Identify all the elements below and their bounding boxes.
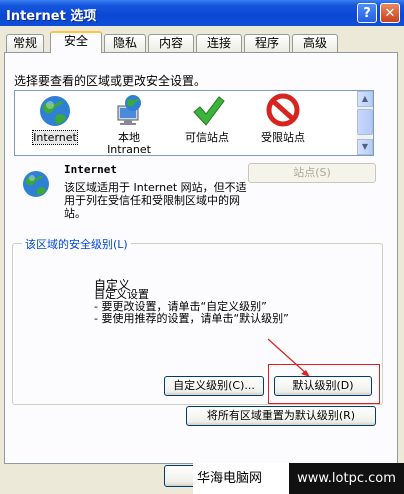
internet-options-window: Internet 选项 ? ✕ 常规 安全 隐私 内容 连接 程序 高级 选择要… bbox=[0, 0, 404, 494]
zone-instruction: 选择要查看的区域或更改安全设置。 bbox=[14, 74, 207, 88]
zone-trusted[interactable]: 可信站点 bbox=[175, 93, 239, 144]
watermark-url: www.lotpc.com bbox=[289, 463, 404, 494]
tab-programs[interactable]: 程序 bbox=[244, 34, 290, 52]
globe-icon bbox=[40, 96, 70, 126]
tab-strip: 常规 安全 隐私 内容 连接 程序 高级 bbox=[4, 31, 400, 53]
help-button[interactable]: ? bbox=[357, 3, 377, 23]
tab-security[interactable]: 安全 bbox=[50, 31, 102, 53]
zone-detail-title: Internet bbox=[64, 163, 117, 176]
zone-intranet-label: 本地 Intranet bbox=[107, 131, 151, 156]
zone-internet-label: Internet bbox=[32, 130, 78, 145]
watermark-site-name: 华海电脑网 bbox=[193, 463, 289, 494]
zone-list: Internet 本地 Intranet 可信站点 受限站点 ▲ ▼ bbox=[14, 90, 374, 156]
tab-privacy[interactable]: 隐私 bbox=[104, 34, 146, 52]
custom-level-description: 自定义设置 - 要更改设置，请单击“自定义级别” - 要使用推荐的设置，请单击“… bbox=[94, 289, 289, 325]
zone-trusted-label: 可信站点 bbox=[185, 131, 229, 144]
security-level-group-label: 该区域的安全级别(L) bbox=[22, 236, 131, 252]
watermark: 华海电脑网 www.lotpc.com bbox=[193, 463, 404, 494]
zone-intranet[interactable]: 本地 Intranet bbox=[97, 93, 161, 156]
custom-level-button[interactable]: 自定义级别(C)... bbox=[164, 376, 264, 396]
zone-internet[interactable]: Internet bbox=[23, 93, 87, 145]
restricted-icon bbox=[266, 93, 300, 127]
scroll-up-icon[interactable]: ▲ bbox=[357, 91, 373, 107]
scroll-thumb[interactable] bbox=[357, 109, 373, 135]
tab-general[interactable]: 常规 bbox=[6, 34, 44, 52]
custom-line: - 要使用推荐的设置，请单击“默认级别” bbox=[94, 312, 289, 325]
zone-detail-description: 该区域适用于 Internet 网站，但不适用于列在受信任和受限制区域中的网站。 bbox=[64, 181, 247, 220]
checkmark-icon bbox=[193, 96, 225, 126]
sites-button[interactable]: 站点(S) bbox=[248, 163, 376, 183]
tab-advanced[interactable]: 高级 bbox=[292, 34, 338, 52]
reset-all-zones-button[interactable]: 将所有区域重置为默认级别(R) bbox=[186, 406, 376, 426]
intranet-icon bbox=[117, 95, 141, 125]
zone-restricted-label: 受限站点 bbox=[261, 131, 305, 144]
tab-content[interactable]: 内容 bbox=[148, 34, 194, 52]
globe-icon bbox=[23, 171, 49, 197]
tab-connections[interactable]: 连接 bbox=[196, 34, 242, 52]
window-title: Internet 选项 bbox=[6, 9, 97, 24]
scroll-down-icon[interactable]: ▼ bbox=[357, 139, 373, 155]
zone-restricted[interactable]: 受限站点 bbox=[251, 93, 315, 144]
zone-list-scrollbar[interactable]: ▲ ▼ bbox=[357, 91, 373, 155]
default-level-button[interactable]: 默认级别(D) bbox=[274, 376, 372, 396]
title-bar[interactable]: Internet 选项 ? ✕ bbox=[0, 0, 404, 26]
close-button[interactable]: ✕ bbox=[380, 3, 400, 23]
